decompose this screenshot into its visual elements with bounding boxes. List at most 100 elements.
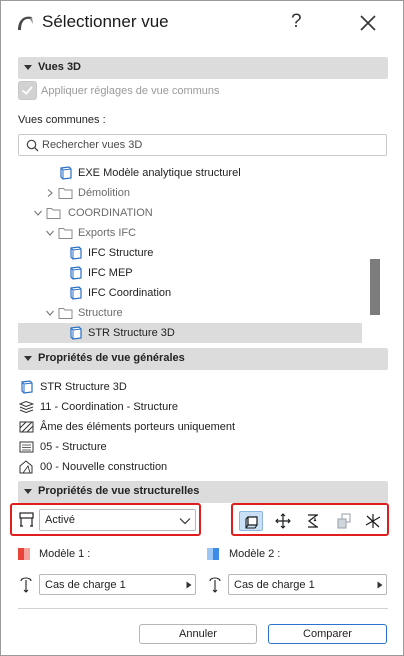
prop-view-name: STR Structure 3D bbox=[18, 378, 378, 396]
folder-icon bbox=[58, 188, 73, 199]
help-button[interactable]: ? bbox=[291, 11, 302, 33]
model2-color-swatch bbox=[213, 548, 219, 560]
chevron-down-icon bbox=[179, 518, 191, 525]
load-case-icon bbox=[20, 577, 32, 593]
view-cube-icon bbox=[70, 266, 82, 280]
select-view-dialog: Sélectionner vue ? Vues 3D Appliquer rég… bbox=[0, 0, 404, 656]
tree-item-label: IFC Structure bbox=[88, 247, 154, 259]
prop-label: Âme des éléments porteurs uniquement bbox=[40, 421, 236, 433]
chevron-down-icon[interactable] bbox=[34, 209, 42, 217]
section-label: Propriétés de vue structurelles bbox=[38, 485, 200, 497]
tree-item-label: EXE Modèle analytique structurel bbox=[78, 167, 241, 179]
section-header-structural-props[interactable]: Propriétés de vue structurelles bbox=[18, 481, 388, 503]
tree-item-folder[interactable]: Démolition bbox=[18, 183, 362, 203]
prop-label: STR Structure 3D bbox=[40, 381, 127, 393]
tree-scrollbar-thumb[interactable] bbox=[370, 259, 380, 315]
dialog-title: Sélectionner vue bbox=[42, 12, 169, 31]
display-3d-toggle[interactable] bbox=[239, 511, 263, 531]
tree-item-label: IFC Coordination bbox=[88, 287, 172, 299]
views-tree[interactable]: EXE Modèle analytique structurel Démolit… bbox=[18, 162, 388, 344]
analytical-model-toggle[interactable] bbox=[332, 511, 356, 531]
common-views-label: Vues communes : bbox=[18, 114, 106, 126]
model2-load-case-select[interactable]: Cas de charge 1 bbox=[228, 574, 387, 595]
model1-load-case-value: Cas de charge 1 bbox=[45, 579, 126, 591]
archicad-logo-icon bbox=[18, 16, 33, 30]
view-cube-icon bbox=[60, 166, 72, 180]
tree-item-view[interactable]: EXE Modèle analytique structurel bbox=[18, 163, 362, 183]
prop-pen-set: 05 - Structure bbox=[18, 438, 378, 456]
renovation-icon bbox=[19, 460, 33, 474]
tree-item-label: IFC MEP bbox=[88, 267, 133, 279]
collapse-triangle-icon bbox=[24, 356, 32, 361]
compare-button[interactable]: Comparer bbox=[268, 624, 387, 644]
tree-item-folder[interactable]: Exports IFC bbox=[18, 223, 362, 243]
tree-item-label: Structure bbox=[78, 307, 123, 319]
structural-display-icon bbox=[19, 512, 34, 527]
tree-item-view-selected[interactable]: STR Structure 3D bbox=[18, 323, 362, 343]
supports-toggle[interactable] bbox=[271, 511, 295, 531]
layers-icon bbox=[19, 400, 34, 414]
tree-item-label: Démolition bbox=[78, 187, 130, 199]
model2-load-case-value: Cas de charge 1 bbox=[234, 579, 315, 591]
search-placeholder: Rechercher vues 3D bbox=[42, 139, 143, 151]
collapse-triangle-icon bbox=[24, 489, 32, 494]
checkmark-icon bbox=[21, 86, 33, 95]
tree-item-view[interactable]: IFC Coordination bbox=[18, 283, 362, 303]
search-icon bbox=[26, 139, 39, 152]
view-cube-icon bbox=[70, 246, 82, 260]
prop-layer-combination: 11 - Coordination - Structure bbox=[18, 398, 378, 416]
axes-icon bbox=[365, 514, 381, 528]
prop-label: 05 - Structure bbox=[40, 441, 107, 453]
tree-item-folder[interactable]: COORDINATION bbox=[18, 203, 362, 223]
folder-icon bbox=[58, 228, 73, 239]
apply-common-settings-label: Appliquer réglages de vue communs bbox=[41, 85, 220, 97]
tree-item-folder[interactable]: Structure bbox=[18, 303, 362, 323]
tree-item-view[interactable]: IFC MEP bbox=[18, 263, 362, 283]
close-icon[interactable] bbox=[358, 13, 378, 33]
view-cube-icon bbox=[70, 286, 82, 300]
prop-renovation-filter: 00 - Nouvelle construction bbox=[18, 458, 378, 476]
section-header-general-props[interactable]: Propriétés de vue générales bbox=[18, 348, 388, 370]
model1-load-case-select[interactable]: Cas de charge 1 bbox=[39, 574, 196, 595]
apply-common-settings-checkbox[interactable] bbox=[18, 81, 37, 100]
footer-divider bbox=[18, 608, 388, 609]
load-case-icon bbox=[209, 577, 221, 593]
prop-label: 11 - Coordination - Structure bbox=[40, 401, 178, 413]
tree-item-label: COORDINATION bbox=[68, 207, 153, 219]
chevron-right-icon bbox=[186, 581, 192, 589]
tree-item-label: Exports IFC bbox=[78, 227, 137, 239]
pen-set-icon bbox=[19, 441, 34, 453]
section-header-3d-views[interactable]: Vues 3D bbox=[18, 57, 388, 79]
tree-item-label: STR Structure 3D bbox=[88, 327, 175, 339]
section-label: Vues 3D bbox=[38, 61, 82, 73]
view-cube-icon bbox=[21, 380, 33, 394]
title-bar: Sélectionner vue ? bbox=[1, 1, 403, 45]
model1-color-swatch-light bbox=[24, 548, 30, 560]
chevron-right-icon[interactable] bbox=[46, 189, 54, 197]
hatch-icon bbox=[19, 421, 34, 433]
folder-icon bbox=[46, 208, 61, 219]
structural-mode-select[interactable]: Activé bbox=[39, 509, 196, 531]
tree-item-view[interactable]: IFC Structure bbox=[18, 243, 362, 263]
prop-label: 00 - Nouvelle construction bbox=[40, 461, 168, 473]
chevron-right-icon bbox=[377, 581, 383, 589]
loads-toggle[interactable] bbox=[301, 511, 325, 531]
view-cube-icon bbox=[70, 326, 82, 340]
tree-scrollbar[interactable] bbox=[370, 162, 380, 344]
cancel-button[interactable]: Annuler bbox=[139, 624, 257, 644]
structural-mode-value: Activé bbox=[45, 514, 75, 526]
analytical-model-icon bbox=[337, 513, 351, 529]
collapse-triangle-icon bbox=[24, 65, 32, 70]
chevron-down-icon[interactable] bbox=[46, 229, 54, 237]
section-label: Propriétés de vue générales bbox=[38, 352, 185, 364]
folder-icon bbox=[58, 308, 73, 319]
model2-label: Modèle 2 : bbox=[229, 548, 281, 560]
search-input[interactable]: Rechercher vues 3D bbox=[18, 134, 387, 156]
prop-structural-display: Âme des éléments porteurs uniquement bbox=[18, 418, 378, 436]
model1-label: Modèle 1 : bbox=[39, 548, 91, 560]
supports-icon bbox=[275, 513, 291, 529]
axes-toggle[interactable] bbox=[361, 511, 385, 531]
chevron-down-icon[interactable] bbox=[46, 309, 54, 317]
display-3d-icon bbox=[245, 516, 258, 529]
loads-icon bbox=[308, 514, 318, 528]
